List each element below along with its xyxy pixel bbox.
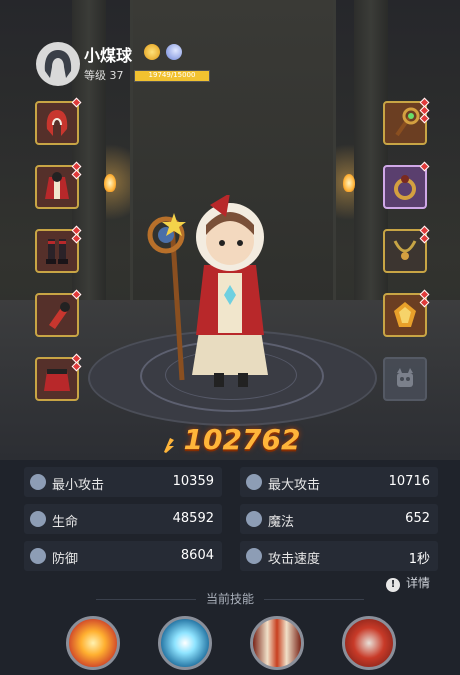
boots-icon	[46, 239, 68, 264]
frost-orb-skill-icon[interactable]	[158, 616, 212, 670]
health-icon	[30, 511, 46, 527]
hooded-avatar-icon	[44, 50, 72, 78]
cloak-icon	[44, 369, 70, 391]
stat-max-attack: 最大攻击 10716	[240, 467, 438, 497]
necklace-icon	[393, 240, 417, 260]
stat-label: 最小攻击	[52, 478, 105, 493]
max-attack-icon	[246, 474, 262, 490]
stat-magic: 魔法 652	[240, 504, 438, 534]
fire-pillar-skill-icon[interactable]	[250, 616, 304, 670]
details-label: 详情	[406, 576, 431, 590]
equip-slot-staff[interactable]	[383, 97, 430, 145]
upgrade-markers	[71, 97, 82, 108]
attack-speed-icon	[246, 548, 262, 564]
stat-min-attack: 最小攻击 10359	[24, 467, 222, 497]
upgrade-markers	[419, 289, 430, 308]
hero-character[interactable]	[130, 195, 290, 395]
xp-bar: 19749/15000	[134, 70, 210, 82]
equip-slot-cloak[interactable]	[35, 353, 82, 401]
upgrade-markers	[419, 161, 430, 172]
stat-value: 10716	[388, 474, 430, 489]
upgrade-markers	[71, 161, 82, 180]
stat-label: 攻击速度	[268, 552, 321, 567]
combat-power: 102762	[0, 423, 460, 456]
equip-slot-gem[interactable]	[383, 289, 430, 337]
min-attack-icon	[30, 474, 46, 490]
stat-label: 魔法	[268, 515, 295, 530]
upgrade-markers	[71, 289, 82, 300]
equip-slot-hood[interactable]	[35, 97, 82, 145]
robe-icon	[45, 172, 69, 199]
gem-icon	[394, 302, 416, 327]
xp-text: 19749/15000	[148, 71, 196, 79]
ring-icon	[394, 175, 416, 200]
upgrade-markers	[419, 97, 430, 124]
stat-label: 生命	[52, 515, 79, 530]
stat-label: 最大攻击	[268, 478, 321, 493]
equip-slot-bracer[interactable]	[35, 289, 82, 337]
avatar[interactable]	[36, 42, 80, 86]
equip-slot-boots[interactable]	[35, 225, 82, 273]
equip-slot-necklace[interactable]	[383, 225, 430, 273]
stat-value: 1秒	[408, 552, 430, 567]
stat-value: 10359	[172, 474, 214, 489]
skills-title: 当前技能	[0, 590, 460, 607]
sun-badge-icon	[144, 44, 160, 60]
stat-value: 652	[405, 511, 430, 526]
skills-title-text: 当前技能	[205, 592, 254, 606]
left-torch-icon	[104, 174, 116, 192]
equip-slot-ring[interactable]	[383, 161, 430, 209]
magic-icon	[246, 511, 262, 527]
right-torch-icon	[343, 174, 355, 192]
moon-badge-icon	[166, 44, 182, 60]
combat-power-value: 102762	[183, 423, 301, 456]
crossed-axes-skill-icon[interactable]	[342, 616, 396, 670]
player-name: 小煤球	[84, 46, 133, 65]
stat-label: 防御	[52, 552, 79, 567]
upgrade-markers	[419, 225, 430, 244]
bracer-icon	[49, 302, 70, 329]
equip-slot-robe[interactable]	[35, 161, 82, 209]
defense-icon	[30, 548, 46, 564]
hood-icon	[46, 110, 68, 136]
stat-value: 8604	[180, 548, 214, 563]
upgrade-markers	[71, 353, 82, 372]
power-icon	[163, 437, 174, 453]
staff-icon	[395, 107, 420, 137]
stat-value: 48592	[172, 511, 214, 526]
player-level: 等级 37	[84, 69, 124, 82]
stat-health: 生命 48592	[24, 504, 222, 534]
equip-slot-pet[interactable]	[383, 357, 427, 401]
stat-defense: 防御 8604	[24, 541, 222, 571]
upgrade-markers	[71, 225, 82, 244]
explosion-skill-icon[interactable]	[66, 616, 120, 670]
stat-attack-speed: 攻击速度 1秒	[240, 541, 438, 571]
pet-slot-icon	[397, 368, 413, 387]
